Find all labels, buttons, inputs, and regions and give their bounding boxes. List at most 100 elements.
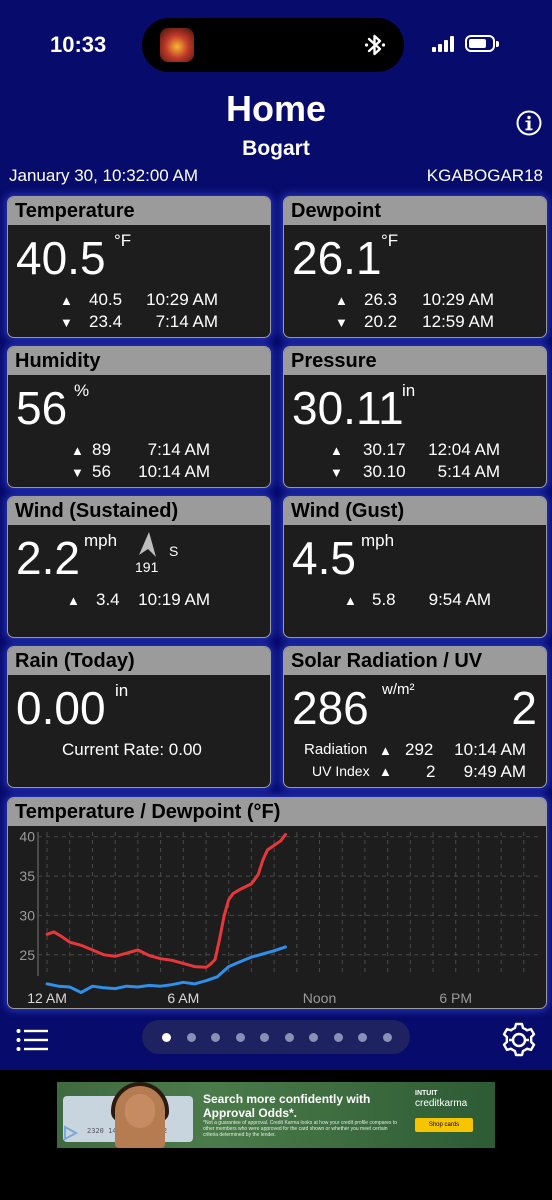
settings-gear-icon[interactable]: [500, 1021, 538, 1059]
radiation-time: 10:14 AM: [454, 740, 526, 759]
low-time: 10:14 AM: [138, 462, 210, 481]
y-tick-label: 30: [19, 907, 35, 923]
list-menu-icon[interactable]: [16, 1028, 48, 1052]
solar-radiation-value: 286: [292, 682, 369, 734]
high-arrow-icon: ▲: [379, 764, 392, 779]
current-value: 40.5: [16, 232, 106, 284]
uv-index-value: 2: [511, 682, 537, 734]
status-bar: 10:33: [0, 0, 552, 92]
x-tick-label: 6 PM: [439, 990, 472, 1006]
high-time: 9:54 AM: [428, 590, 491, 609]
card-title: Pressure: [284, 347, 546, 375]
high-arrow-icon: ▲: [379, 743, 392, 758]
unit-label: w/m²: [382, 681, 415, 698]
card-title: Dewpoint: [284, 197, 546, 225]
now-playing-thumbnail[interactable]: [160, 28, 194, 62]
page-dot[interactable]: [186, 1033, 196, 1042]
y-tick-label: 25: [19, 947, 35, 963]
humidity-card[interactable]: Humidity 56 % ▲ 89 7:14 AM ▼ 56 10:14 AM: [7, 346, 271, 488]
unit-label: %: [74, 381, 90, 400]
card-title: Solar Radiation / UV: [284, 647, 546, 675]
unit-label: in: [402, 381, 416, 400]
radiation-high: 292: [405, 740, 434, 759]
status-time: 10:33: [50, 32, 107, 57]
high-value: 30.17: [363, 440, 406, 459]
low-value: 30.10: [363, 462, 406, 481]
page-dot[interactable]: [284, 1033, 294, 1042]
cellular-signal-icon: [432, 36, 458, 52]
temperature-dewpoint-chart: 25 30 35 40 12 AM 6 AM Noon 6 PM: [19, 829, 542, 1006]
y-tick-label: 40: [19, 829, 35, 845]
solar-uv-card[interactable]: Solar Radiation / UV 286 w/m² 2 Radiatio…: [283, 646, 547, 788]
high-time: 10:29 AM: [422, 290, 494, 309]
high-arrow-icon: ▲: [60, 293, 73, 308]
ad-choices-icon[interactable]: [61, 1124, 79, 1142]
high-value: 5.8: [372, 590, 396, 609]
high-arrow-icon: ▲: [71, 443, 84, 458]
high-time: 10:19 AM: [138, 590, 210, 609]
low-arrow-icon: ▼: [330, 465, 343, 480]
high-time: 7:14 AM: [147, 440, 210, 459]
current-value: 26.1: [292, 232, 382, 284]
uv-high: 2: [426, 762, 436, 781]
battery-icon: [465, 35, 499, 52]
page-dot[interactable]: [358, 1033, 367, 1042]
page-dot[interactable]: [211, 1033, 220, 1042]
dynamic-island[interactable]: [142, 18, 404, 72]
info-icon[interactable]: [516, 110, 542, 136]
current-value: 30.11: [292, 382, 404, 434]
current-value: 2.2: [16, 532, 80, 584]
wind-direction-arrow-icon: [139, 532, 156, 557]
wind-sustained-card[interactable]: Wind (Sustained) 2.2 mph 191 S ▲ 3.4 10:…: [7, 496, 271, 638]
uv-time: 9:49 AM: [463, 762, 526, 781]
dewpoint-card[interactable]: Dewpoint 26.1 °F ▲ 26.3 10:29 AM ▼ 20.2 …: [283, 196, 547, 338]
card-title: Rain (Today): [8, 647, 270, 675]
low-arrow-icon: ▼: [60, 315, 73, 330]
high-arrow-icon: ▲: [335, 293, 348, 308]
high-time: 12:04 AM: [428, 440, 500, 459]
ad-banner-area: 2320 1474 4789 5412 Search more confiden…: [0, 1070, 552, 1200]
temperature-dewpoint-chart-card[interactable]: Temperature / Dewpoint (°F) 25 30 35 40 12 A…: [7, 797, 547, 1009]
card-title: Wind (Gust): [284, 497, 546, 525]
low-time: 12:59 AM: [422, 312, 494, 331]
low-arrow-icon: ▼: [335, 315, 348, 330]
ad-brand-logo: creditkarma: [415, 1098, 468, 1109]
x-tick-label: 6 AM: [167, 990, 199, 1006]
dewpoint-series-line: [45, 945, 287, 994]
x-tick-label: 12 AM: [27, 990, 67, 1006]
high-value: 89: [92, 440, 111, 459]
temperature-card[interactable]: Temperature 40.5 °F ▲ 40.5 10:29 AM ▼ 23…: [7, 196, 271, 338]
y-tick-label: 35: [19, 868, 35, 884]
page-dot[interactable]: [333, 1033, 343, 1042]
page-title: Home: [225, 88, 327, 129]
wind-direction-degrees: 191: [135, 559, 159, 575]
ad-banner[interactable]: 2320 1474 4789 5412 Search more confiden…: [57, 1082, 495, 1148]
high-arrow-icon: ▲: [67, 593, 80, 608]
ad-cta-button[interactable]: Shop cards: [415, 1118, 473, 1132]
page-dot[interactable]: [162, 1033, 171, 1042]
low-time: 7:14 AM: [155, 312, 218, 331]
high-arrow-icon: ▲: [344, 593, 357, 608]
page-indicator[interactable]: [142, 1020, 410, 1054]
bottom-toolbar: [0, 1012, 552, 1070]
high-value: 3.4: [96, 590, 120, 609]
high-value: 26.3: [364, 290, 398, 309]
low-value: 56: [92, 462, 111, 481]
unit-label: mph: [84, 531, 118, 550]
card-title: Humidity: [8, 347, 270, 375]
low-value: 20.2: [364, 312, 398, 331]
temperature-series-line: [45, 832, 287, 969]
current-value: 0.00: [16, 682, 106, 734]
rain-card[interactable]: Rain (Today) 0.00 in Current Rate: 0.00: [7, 646, 271, 788]
page-dot[interactable]: [235, 1033, 245, 1042]
wind-gust-card[interactable]: Wind (Gust) 4.5 mph ▲ 5.8 9:54 AM: [283, 496, 547, 638]
x-tick-label: Noon: [303, 990, 336, 1006]
page-dot[interactable]: [309, 1033, 318, 1042]
chart-title: Temperature / Dewpoint (°F): [8, 798, 546, 826]
pressure-card[interactable]: Pressure 30.11 in ▲ 30.17 12:04 AM ▼ 30.…: [283, 346, 547, 488]
radiation-label: Radiation: [304, 741, 368, 758]
station-id: KGABOGAR18: [426, 166, 543, 185]
page-dot[interactable]: [260, 1033, 269, 1042]
page-dot[interactable]: [382, 1033, 392, 1042]
high-time: 10:29 AM: [146, 290, 218, 309]
